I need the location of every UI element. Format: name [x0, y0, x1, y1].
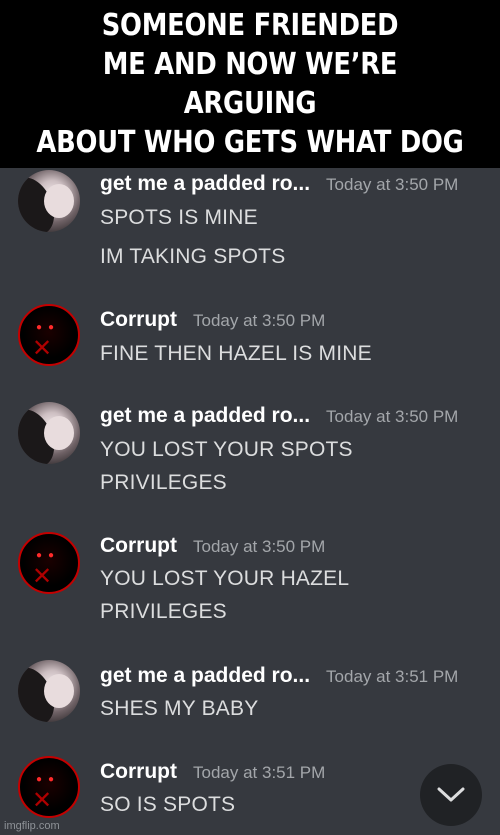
jump-to-bottom-button[interactable]	[420, 764, 482, 826]
username[interactable]: Corrupt	[100, 534, 177, 558]
message-text: IM TAKING SPOTS	[100, 245, 286, 268]
message-text: SHES MY BABY	[100, 697, 259, 720]
message-text: FINE THEN HAZEL IS MINE	[100, 342, 372, 365]
timestamp: Today at 3:51 PM	[326, 667, 459, 686]
avatar[interactable]: ●● ✕	[18, 756, 80, 818]
meme-caption-banner: SOMEONE FRIENDED ME AND NOW WE’RE ARGUIN…	[0, 0, 500, 168]
avatar[interactable]	[18, 660, 80, 722]
message-text: YOU LOST YOUR HAZEL	[100, 567, 350, 590]
username[interactable]: get me a padded ro...	[100, 404, 310, 428]
message-text: PRIVILEGES	[100, 471, 227, 494]
message-text: PRIVILEGES	[100, 600, 227, 623]
username[interactable]: get me a padded ro...	[100, 172, 310, 196]
avatar[interactable]	[18, 170, 80, 232]
avatar[interactable]: ●● ✕	[18, 304, 80, 366]
watermark: imgflip.com	[4, 820, 60, 832]
timestamp: Today at 3:50 PM	[326, 407, 459, 426]
timestamp: Today at 3:50 PM	[326, 175, 459, 194]
username[interactable]: get me a padded ro...	[100, 664, 310, 688]
timestamp: Today at 3:50 PM	[193, 311, 326, 330]
message-text: YOU LOST YOUR SPOTS	[100, 438, 353, 461]
message-text: SPOTS IS MINE	[100, 206, 258, 229]
meme-caption-text: SOMEONE FRIENDED ME AND NOW WE’RE ARGUIN…	[36, 8, 464, 160]
avatar[interactable]: ●● ✕	[18, 532, 80, 594]
message-text: SO IS SPOTS	[100, 793, 236, 816]
timestamp: Today at 3:50 PM	[193, 537, 326, 556]
username[interactable]: Corrupt	[100, 308, 177, 332]
timestamp: Today at 3:51 PM	[193, 763, 326, 782]
username[interactable]: Corrupt	[100, 760, 177, 784]
avatar[interactable]	[18, 402, 80, 464]
chevron-down-icon	[437, 787, 465, 802]
